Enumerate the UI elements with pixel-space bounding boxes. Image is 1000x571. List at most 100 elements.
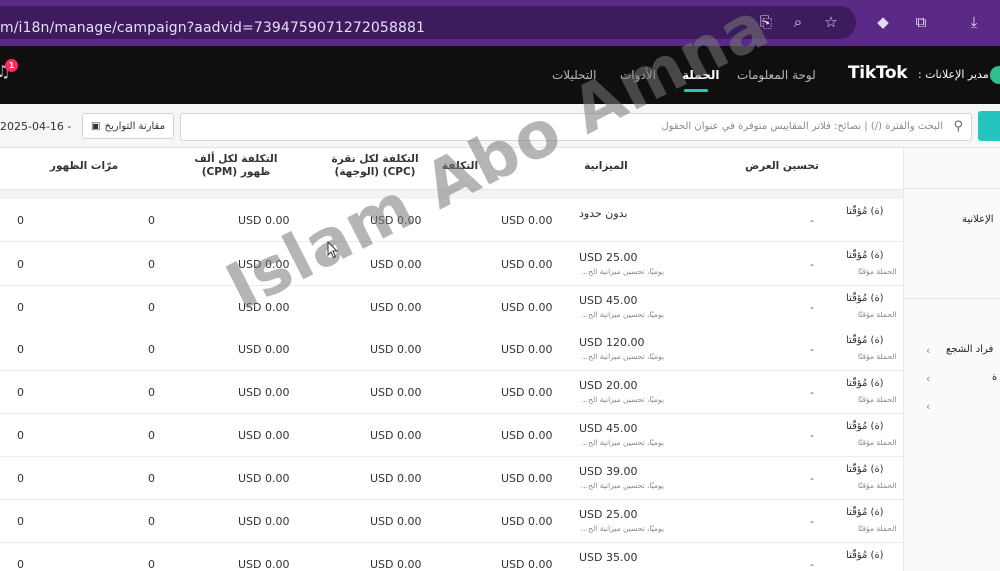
column-impressions[interactable]: مرّات الظهور <box>44 160 124 173</box>
table-row[interactable]: 0 0 USD 0.00 USD 0.00 USD 0.00 USD 25.00 يوميً… <box>0 500 903 543</box>
chevron-left-icon[interactable]: ‹ <box>926 372 930 385</box>
cost-cell: USD 0.00 <box>501 429 553 442</box>
campaign-status[interactable]: (ة) مُؤقّتا <box>846 421 884 432</box>
extension-icon[interactable]: ◆ <box>873 12 893 32</box>
browser-toolbar: m/i18n/manage/campaign?aadvid=7394759071… <box>0 0 1000 46</box>
sidebar-divider <box>904 188 1000 189</box>
table-row[interactable]: 0 0 USD 0.00 USD 0.00 USD 0.00 USD 45.00 يوميً… <box>0 414 903 457</box>
count-cell: 0 <box>148 301 155 314</box>
sidebar-item[interactable]: فراد الشجع <box>946 344 993 355</box>
optimization-cell: - <box>810 558 814 571</box>
column-cpm[interactable]: التكلفة لكل ألف ظهور (CPM) <box>180 153 292 179</box>
compare-dates-label: مقارنة التواريخ <box>104 120 165 132</box>
avatar[interactable] <box>990 66 1000 84</box>
nav-campaign[interactable]: الحملة <box>682 68 720 82</box>
chevron-left-icon[interactable]: ‹ <box>926 344 930 357</box>
count-cell: 0 <box>148 472 155 485</box>
compare-dates-button[interactable]: مقارنة التواريخ ▣ <box>82 113 174 139</box>
filter-toolbar: 2025-04-16 - مقارنة التواريخ ▣ البحث وال… <box>0 104 1000 148</box>
budget-cell[interactable]: USD 35.00 <box>579 551 638 564</box>
cpc-cell: USD 0.00 <box>370 558 422 571</box>
cpm-cell: USD 0.00 <box>238 515 290 528</box>
nav-dashboard[interactable]: لوحة المعلومات <box>737 68 816 82</box>
cpm-cell: USD 0.00 <box>238 472 290 485</box>
budget-cell[interactable]: USD 45.00 <box>579 422 638 435</box>
cost-cell: USD 0.00 <box>501 343 553 356</box>
column-cpc[interactable]: التكلفة لكل نقرة (CPC) (الوجهة) <box>325 153 425 179</box>
count-cell: 0 <box>148 429 155 442</box>
table-row[interactable]: 0 0 USD 0.00 USD 0.00 USD 0.00 بدون حدود - (ة) … <box>0 199 903 242</box>
puzzle-icon[interactable]: ⧉ <box>911 12 931 32</box>
budget-detail: يوميًا، تحسين ميزانية الح... <box>581 352 664 361</box>
campaign-status[interactable]: (ة) مُؤقّتا <box>846 378 884 389</box>
download-icon[interactable]: ⤓ <box>964 12 984 32</box>
sidebar-item-2[interactable]: ة <box>992 372 997 383</box>
cpm-cell: USD 0.00 <box>238 301 290 314</box>
column-optimization[interactable]: تحسين العرض <box>742 160 822 173</box>
search-input[interactable]: البحث والفترة (/) | نصائح: فلاتر المقايي… <box>180 113 972 141</box>
campaign-status[interactable]: (ة) مُؤقّتا <box>846 293 884 304</box>
campaign-status-detail: الحملة مؤقتًا <box>858 310 897 319</box>
calendar-icon: ▣ <box>91 120 101 132</box>
count-cell: 0 <box>148 386 155 399</box>
cost-cell: USD 0.00 <box>501 472 553 485</box>
count-cell: 0 <box>148 343 155 356</box>
table-row[interactable]: 0 0 USD 0.00 USD 0.00 USD 0.00 USD 120.00 يومي… <box>0 328 903 371</box>
cpc-cell: USD 0.00 <box>370 515 422 528</box>
impressions-cell: 0 <box>17 472 24 485</box>
campaign-status[interactable]: (ة) مُؤقّتا <box>846 335 884 346</box>
table-row[interactable]: 0 0 USD 0.00 USD 0.00 USD 0.00 USD 39.00 يوميً… <box>0 457 903 500</box>
translate-icon[interactable]: ⎘ <box>756 12 776 32</box>
chevron-left-icon[interactable]: ‹ <box>926 400 930 413</box>
brand-logo[interactable]: TikTok <box>848 63 908 83</box>
star-icon[interactable]: ☆ <box>821 12 841 32</box>
column-budget[interactable]: الميزانية <box>566 160 646 173</box>
search-placeholder: البحث والفترة (/) | نصائح: فلاتر المقايي… <box>661 121 943 132</box>
cpc-cell: USD 0.00 <box>370 301 422 314</box>
budget-cell[interactable]: USD 39.00 <box>579 465 638 478</box>
app-header: ♫ 1 التحليلات الأدوات الحملة لوحة المعلو… <box>0 46 1000 104</box>
cost-cell: USD 0.00 <box>501 301 553 314</box>
table-row[interactable]: 0 0 USD 0.00 USD 0.00 USD 0.00 USD 45.00 يوميً… <box>0 286 903 329</box>
create-button[interactable] <box>978 111 1000 141</box>
budget-cell[interactable]: USD 25.00 <box>579 251 638 264</box>
column-cost[interactable]: التكلفة <box>430 160 490 173</box>
impressions-cell: 0 <box>17 429 24 442</box>
budget-cell[interactable]: USD 45.00 <box>579 294 638 307</box>
nav-tools[interactable]: الأدوات <box>620 68 656 82</box>
table-row[interactable]: 0 0 USD 0.00 USD 0.00 USD 0.00 USD 20.00 يوميً… <box>0 371 903 414</box>
impressions-cell: 0 <box>17 301 24 314</box>
budget-cell[interactable]: بدون حدود <box>579 207 628 220</box>
budget-detail: يوميًا، تحسين ميزانية الح... <box>581 481 664 490</box>
nav-analytics[interactable]: التحليلات <box>552 68 596 82</box>
cpm-cell: USD 0.00 <box>238 558 290 571</box>
budget-cell[interactable]: USD 20.00 <box>579 379 638 392</box>
optimization-cell: - <box>810 214 814 227</box>
optimization-cell: - <box>810 515 814 528</box>
budget-cell[interactable]: USD 25.00 <box>579 508 638 521</box>
campaign-status[interactable]: (ة) مُؤقّتا <box>846 550 884 561</box>
impressions-cell: 0 <box>17 258 24 271</box>
campaign-status[interactable]: (ة) مُؤقّتا <box>846 250 884 261</box>
campaign-status[interactable]: (ة) مُؤقّتا <box>846 507 884 518</box>
campaign-status[interactable]: (ة) مُؤقّتا <box>846 206 884 217</box>
table-row[interactable]: 0 0 USD 0.00 USD 0.00 USD 0.00 USD 25.00 يوميً… <box>0 243 903 286</box>
optimization-cell: - <box>810 301 814 314</box>
campaign-status-detail: الحملة مؤقتًا <box>858 524 897 533</box>
campaign-status-detail: الحملة مؤقتًا <box>858 481 897 490</box>
impressions-cell: 0 <box>17 214 24 227</box>
mouse-cursor-icon <box>327 241 339 259</box>
date-range-picker[interactable]: 2025-04-16 - <box>0 120 71 133</box>
cpm-cell: USD 0.00 <box>238 386 290 399</box>
campaign-status[interactable]: (ة) مُؤقّتا <box>846 464 884 475</box>
optimization-cell: - <box>810 429 814 442</box>
right-sidebar: الإعلانية ‹ فراد الشجع ‹ ة ‹ <box>903 148 1000 571</box>
address-bar[interactable]: m/i18n/manage/campaign?aadvid=7394759071… <box>0 6 856 39</box>
table-row[interactable]: 0 0 USD 0.00 USD 0.00 USD 0.00 USD 35.00 - (ة) … <box>0 543 903 571</box>
search-icon: ⚲ <box>953 119 963 134</box>
zoom-icon[interactable]: ⌕ <box>788 12 808 32</box>
budget-cell[interactable]: USD 120.00 <box>579 336 645 349</box>
notification-badge: 1 <box>5 59 18 72</box>
count-cell: 0 <box>148 515 155 528</box>
url-text[interactable]: m/i18n/manage/campaign?aadvid=7394759071… <box>0 20 425 36</box>
